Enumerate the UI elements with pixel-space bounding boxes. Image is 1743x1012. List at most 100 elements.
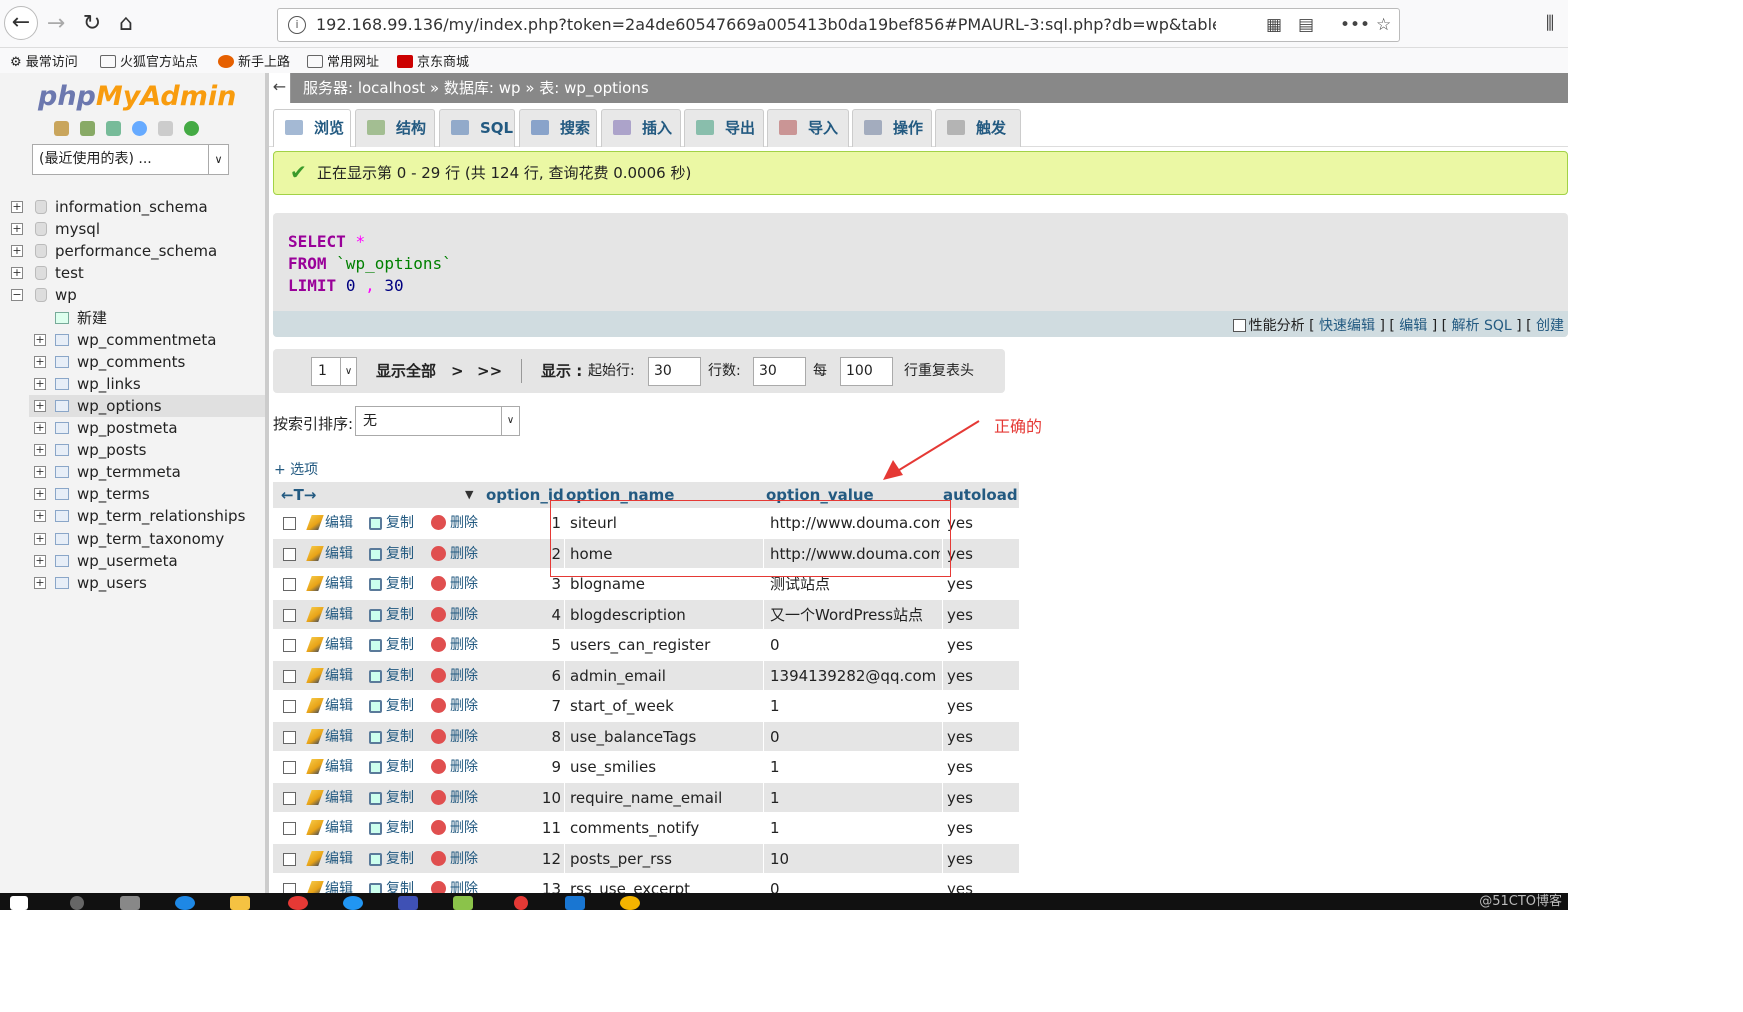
sidebar-table-wp_comments[interactable]: + wp_comments	[29, 351, 265, 373]
phpmyadmin-logo[interactable]: phpMyAdmin	[38, 81, 236, 112]
breadcrumb-server[interactable]: 服务器: localhost	[303, 79, 425, 97]
edit-row-button[interactable]: 编辑	[306, 813, 353, 843]
cell-option-name[interactable]: require_name_email	[570, 783, 760, 813]
app-icon[interactable]	[288, 896, 308, 910]
address-bar[interactable]: i 192.168.99.136/my/index.php?token=2a4d…	[277, 8, 1400, 42]
delete-row-button[interactable]: 删除	[431, 691, 478, 721]
delete-row-button[interactable]: 删除	[431, 569, 478, 599]
qr-code-icon[interactable]: ▦	[1266, 15, 1282, 35]
cell-autoload[interactable]: yes	[947, 569, 1017, 599]
edit-row-button[interactable]: 编辑	[306, 508, 353, 538]
edit-row-button[interactable]: 编辑	[306, 691, 353, 721]
copy-row-button[interactable]: 复制	[369, 783, 414, 813]
vscode-icon[interactable]	[565, 896, 585, 910]
expand-icon[interactable]: +	[34, 377, 46, 390]
sidebar-db-test[interactable]: + test	[0, 262, 265, 284]
expand-icon[interactable]: +	[34, 355, 46, 368]
options-link[interactable]: + 选项	[274, 459, 318, 479]
delete-row-button[interactable]: 删除	[431, 722, 478, 752]
copy-row-button[interactable]: 复制	[369, 844, 414, 874]
expand-icon[interactable]: +	[34, 466, 46, 479]
cell-option-name[interactable]: users_can_register	[570, 630, 760, 660]
cell-option-value[interactable]: 0	[770, 630, 940, 660]
inline-edit-link[interactable]: 快速编辑	[1319, 318, 1375, 334]
row-checkbox[interactable]	[283, 547, 296, 561]
expand-icon[interactable]: +	[34, 422, 46, 434]
edit-row-button[interactable]: 编辑	[306, 844, 353, 874]
expand-icon[interactable]: +	[34, 444, 46, 457]
expand-icon[interactable]: +	[34, 333, 46, 346]
sidebar-db-performance_schema[interactable]: + performance_schema	[0, 240, 265, 262]
cell-option-id[interactable]: 9	[486, 752, 561, 782]
forward-arrow-icon[interactable]: →	[42, 10, 70, 38]
sort-by-key-select[interactable]: 无 ∨	[355, 406, 520, 436]
page-select[interactable]: 1 ∨	[311, 357, 357, 386]
edit-row-button[interactable]: 编辑	[306, 630, 353, 660]
edit-row-button[interactable]: 编辑	[306, 539, 353, 569]
edit-link[interactable]: 编辑	[1399, 318, 1427, 334]
copy-row-button[interactable]: 复制	[369, 508, 414, 538]
row-checkbox[interactable]	[283, 730, 296, 744]
query-window-icon[interactable]	[106, 121, 121, 136]
row-checkbox[interactable]	[283, 700, 296, 713]
bookmark-star-icon[interactable]: ☆	[1376, 15, 1391, 35]
row-checkbox[interactable]	[283, 822, 296, 835]
cell-option-value[interactable]: 10	[770, 844, 940, 874]
site-info-icon[interactable]: i	[288, 16, 306, 34]
cell-autoload[interactable]: yes	[947, 752, 1017, 782]
cell-option-id[interactable]: 4	[486, 600, 561, 630]
cell-option-value[interactable]: 0	[770, 722, 940, 752]
delete-row-button[interactable]: 删除	[431, 813, 478, 843]
cell-option-id[interactable]: 12	[486, 844, 561, 874]
cell-autoload[interactable]: yes	[947, 630, 1017, 660]
sidebar-table-wp_posts[interactable]: + wp_posts	[29, 439, 265, 461]
breadcrumb-table[interactable]: 表: wp_options	[539, 79, 648, 97]
expand-icon[interactable]: +	[34, 554, 46, 567]
copy-row-button[interactable]: 复制	[369, 569, 414, 599]
sidebar-table-wp_commentmeta[interactable]: + wp_commentmeta	[29, 329, 265, 351]
sidebar-table-wp_terms[interactable]: + wp_terms	[29, 483, 265, 505]
reload-icon[interactable]: ↻	[78, 10, 106, 38]
delete-row-button[interactable]: 删除	[431, 783, 478, 813]
cell-option-value[interactable]: 又一个WordPress站点	[770, 600, 940, 630]
cell-option-name[interactable]: use_smilies	[570, 752, 760, 782]
file-explorer-icon[interactable]	[230, 896, 250, 910]
cell-option-name[interactable]: comments_notify	[570, 813, 760, 843]
sidebar-table-wp_links[interactable]: + wp_links	[29, 373, 265, 395]
cell-autoload[interactable]: yes	[947, 691, 1017, 721]
sidebar-table-wp_usermeta[interactable]: + wp_usermeta	[29, 550, 265, 572]
sidebar-db-information_schema[interactable]: + information_schema	[0, 196, 265, 218]
windows-start-icon[interactable]	[10, 896, 28, 910]
tab-export[interactable]: 导出	[684, 109, 764, 147]
sidebar-table-wp_users[interactable]: + wp_users	[29, 572, 265, 594]
breadcrumb-database[interactable]: 数据库: wp	[444, 79, 521, 97]
last-page-button[interactable]: >>	[477, 349, 502, 393]
copy-row-button[interactable]: 复制	[369, 630, 414, 660]
copy-row-button[interactable]: 复制	[369, 691, 414, 721]
bookmark-firefox-site[interactable]: 火狐官方站点	[100, 51, 198, 70]
sidebar-new-table[interactable]: 新建	[0, 307, 265, 329]
cell-option-value[interactable]: 1	[770, 813, 940, 843]
row-checkbox[interactable]	[283, 608, 296, 622]
sidebar-table-wp_term_relationships[interactable]: + wp_term_relationships	[29, 505, 265, 527]
cell-option-id[interactable]: 7	[486, 691, 561, 721]
library-icon[interactable]: ⫼	[1536, 10, 1564, 38]
row-checkbox[interactable]	[283, 578, 296, 591]
cell-autoload[interactable]: yes	[947, 783, 1017, 813]
cell-option-id[interactable]: 8	[486, 722, 561, 752]
cell-autoload[interactable]: yes	[947, 661, 1017, 691]
edit-row-button[interactable]: 编辑	[306, 722, 353, 752]
bookmark-common-sites[interactable]: 常用网址	[307, 51, 379, 70]
home-icon[interactable]: ⌂	[112, 10, 140, 38]
sidebar-table-wp_postmeta[interactable]: + wp_postmeta	[29, 417, 265, 439]
collapse-nav-icon[interactable]: ←	[269, 73, 291, 103]
expand-icon[interactable]: +	[34, 510, 46, 523]
docs-icon[interactable]	[158, 121, 173, 136]
edit-row-button[interactable]: 编辑	[306, 600, 353, 630]
edit-row-button[interactable]: 编辑	[306, 783, 353, 813]
cell-option-value[interactable]: 1	[770, 783, 940, 813]
cell-option-id[interactable]: 11	[486, 813, 561, 843]
edit-row-button[interactable]: 编辑	[306, 661, 353, 691]
tab-triggers[interactable]: 触发器	[935, 109, 1021, 173]
cell-autoload[interactable]: yes	[947, 508, 1017, 538]
